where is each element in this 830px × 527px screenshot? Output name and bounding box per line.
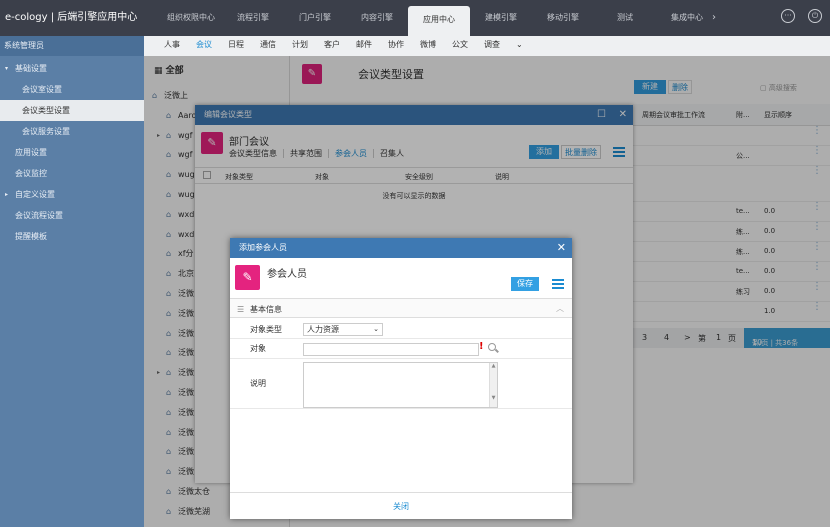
close-icon[interactable]: ✕ xyxy=(557,238,566,258)
hamburger-icon: ☰ xyxy=(237,305,245,314)
subnav-meeting[interactable]: 会议 xyxy=(188,36,220,56)
scroll-up-icon[interactable]: ▲ xyxy=(490,363,497,369)
sidebar-item-basic-settings[interactable]: ▾ 基础设置 xyxy=(0,58,144,79)
subnav-communication[interactable]: 通信 xyxy=(252,36,284,56)
description-label: 说明 xyxy=(250,379,266,388)
sidebar-item-room-settings[interactable]: 会议室设置 xyxy=(0,79,144,100)
required-icon: ! xyxy=(479,341,484,352)
subnav-customer[interactable]: 客户 xyxy=(316,36,348,56)
object-type-select[interactable]: 人力资源 ⌄ xyxy=(303,323,383,336)
sidebar-item-label: 自定义设置 xyxy=(15,190,55,199)
sidebar-item-app-settings[interactable]: 应用设置 xyxy=(0,142,144,163)
sidebar-item-type-settings[interactable]: 会议类型设置 xyxy=(0,100,144,121)
chevron-up-icon[interactable]: ︿ xyxy=(556,303,564,314)
left-sidebar: 系统管理员 ▾ 基础设置 会议室设置 会议类型设置 会议服务设置 应用设置 会议… xyxy=(0,36,144,527)
scrollbar[interactable]: ▲ ▼ xyxy=(489,363,497,407)
top-tab-modeling[interactable]: 建模引擎 xyxy=(470,0,532,36)
subnav-weibo[interactable]: 微博 xyxy=(412,36,444,56)
field-row-description: 说明 ▲ ▼ xyxy=(230,359,572,409)
sidebar-item-monitor[interactable]: 会议监控 xyxy=(0,163,144,184)
search-icon[interactable] xyxy=(488,343,496,351)
subnav-survey[interactable]: 调查 xyxy=(476,36,508,56)
object-label: 对象 xyxy=(250,344,266,353)
top-tab-integration[interactable]: 集成中心 xyxy=(656,0,718,36)
subnav-hr[interactable]: 人事 xyxy=(156,36,188,56)
subnav-document[interactable]: 公文 xyxy=(444,36,476,56)
chevron-double-down-icon[interactable]: ⌄ xyxy=(508,36,531,56)
sidebar-item-custom-settings[interactable]: ▸ 自定义设置 xyxy=(0,184,144,205)
sidebar-item-service-settings[interactable]: 会议服务设置 xyxy=(0,121,144,142)
save-button[interactable]: 保存 xyxy=(511,277,539,291)
app-title: e-cology | 后端引擎应用中心 xyxy=(5,12,138,23)
caret-right-icon: ▸ xyxy=(5,191,9,198)
section-basic-info[interactable]: ☰ 基本信息 ︿ xyxy=(230,298,572,318)
subnav-schedule[interactable]: 日程 xyxy=(220,36,252,56)
subnav-plan[interactable]: 计划 xyxy=(284,36,316,56)
sidebar-item-reminder-templates[interactable]: 提醒模板 xyxy=(0,226,144,247)
top-tab-mobile[interactable]: 移动引擎 xyxy=(532,0,594,36)
caret-down-icon: ▾ xyxy=(5,65,9,72)
section-label: 基本信息 xyxy=(250,305,282,314)
field-row-object: 对象 ! xyxy=(230,339,572,359)
sidebar-item-label: 基础设置 xyxy=(15,64,47,73)
top-tab-content[interactable]: 内容引擎 xyxy=(346,0,408,36)
subnav-mail[interactable]: 邮件 xyxy=(348,36,380,56)
dialog-title-bar: 添加参会人员 ✕ xyxy=(230,238,572,258)
description-textarea[interactable]: ▲ ▼ xyxy=(303,362,498,408)
dialog-title: 添加参会人员 xyxy=(239,243,287,252)
more-icon[interactable]: ··· xyxy=(781,9,795,23)
top-tab-app-center[interactable]: 应用中心 xyxy=(408,6,470,36)
top-tab-org[interactable]: 组织权限中心 xyxy=(160,0,222,36)
top-bar: e-cology | 后端引擎应用中心 组织权限中心 流程引擎 门户引擎 内容引… xyxy=(0,0,830,36)
object-input[interactable] xyxy=(303,343,479,356)
close-button[interactable]: 关闭 xyxy=(230,492,572,519)
chevron-down-icon: ⌄ xyxy=(373,325,379,333)
edit-icon: ✎ xyxy=(235,265,260,290)
add-attendee-dialog: 添加参会人员 ✕ ✎ 参会人员 保存 ☰ 基本信息 ︿ 对象类型 人力资源 ⌄ … xyxy=(230,238,572,519)
subnav-collab[interactable]: 协作 xyxy=(380,36,412,56)
scroll-down-icon[interactable]: ▼ xyxy=(490,395,497,401)
sidebar-item-flow-settings[interactable]: 会议流程设置 xyxy=(0,205,144,226)
top-tab-workflow[interactable]: 流程引擎 xyxy=(222,0,284,36)
object-type-label: 对象类型 xyxy=(250,325,282,334)
power-icon[interactable]: ⏻ xyxy=(808,9,822,23)
top-tab-portal[interactable]: 门户引擎 xyxy=(284,0,346,36)
list-menu-icon[interactable] xyxy=(552,279,564,289)
sub-nav: 人事 会议 日程 通信 计划 客户 邮件 协作 微博 公文 调查 ⌄ xyxy=(144,36,830,56)
field-row-object-type: 对象类型 人力资源 ⌄ xyxy=(230,320,572,339)
chevron-right-icon[interactable]: › xyxy=(712,0,716,36)
dialog-heading: 参会人员 xyxy=(267,269,307,280)
sidebar-header: 系统管理员 xyxy=(0,36,144,56)
top-tabs: 组织权限中心 流程引擎 门户引擎 内容引擎 应用中心 建模引擎 移动引擎 测试 … xyxy=(160,0,718,36)
top-tab-test[interactable]: 测试 xyxy=(594,0,656,36)
